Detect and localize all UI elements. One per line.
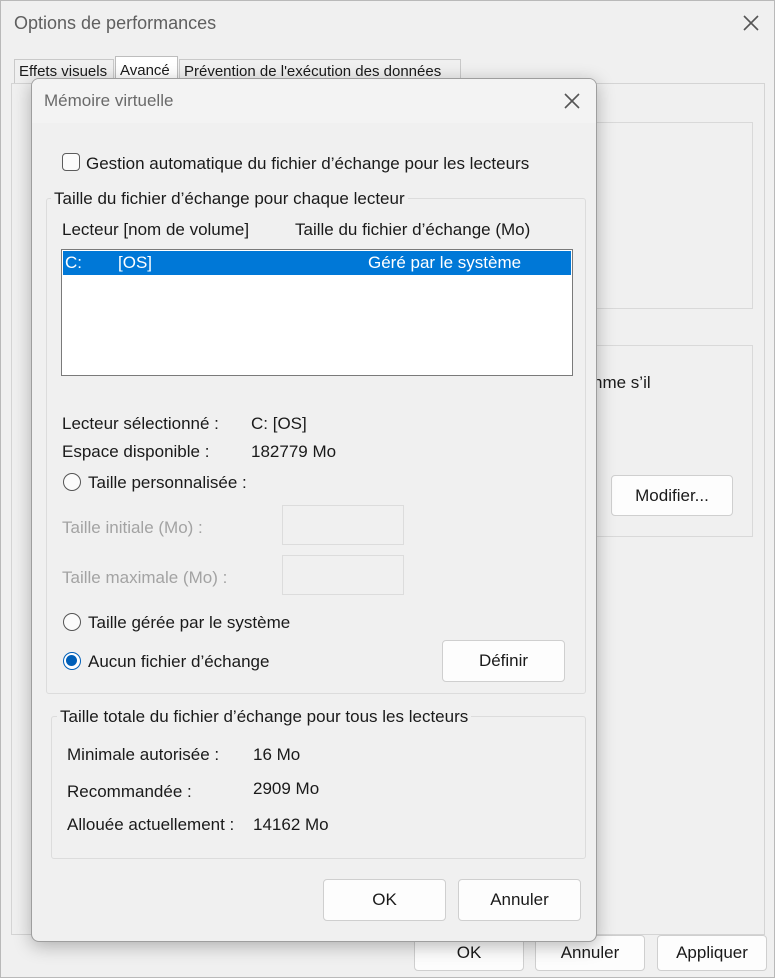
performance-group xyxy=(591,122,753,309)
drive-list[interactable]: C: [OS] Géré par le système xyxy=(61,249,573,376)
close-icon[interactable] xyxy=(739,11,763,35)
recommended-value: 2909 Mo xyxy=(253,779,320,798)
drive-size: Géré par le système xyxy=(368,253,522,272)
initial-size-label: Taille initiale (Mo) : xyxy=(62,518,203,537)
drive-row[interactable]: C: [OS] Géré par le système xyxy=(63,251,571,275)
selected-drive-value: C: [OS] xyxy=(251,414,307,433)
set-button[interactable]: Définir xyxy=(442,640,565,682)
initial-size-input[interactable] xyxy=(282,505,404,545)
min-allowed-value: 16 Mo xyxy=(253,745,301,764)
virtual-memory-description: nme s’il xyxy=(593,373,651,392)
dialog-title: Mémoire virtuelle xyxy=(44,91,174,110)
selected-drive-label: Lecteur sélectionné : xyxy=(62,414,219,433)
free-space-value: 182779 Mo xyxy=(251,442,337,461)
modify-button[interactable]: Modifier... xyxy=(611,475,733,516)
min-allowed-label: Minimale autorisée : xyxy=(67,745,220,764)
free-space-label: Espace disponible : xyxy=(62,442,210,461)
ok-button[interactable]: OK xyxy=(323,879,446,921)
custom-size-label[interactable]: Taille personnalisée : xyxy=(88,473,247,493)
custom-size-radio[interactable] xyxy=(63,473,81,491)
auto-manage-label[interactable]: Gestion automatique du fichier d’échange… xyxy=(86,154,529,174)
no-paging-file-label[interactable]: Aucun fichier d’échange xyxy=(88,652,269,672)
per-drive-legend: Taille du fichier d’échange pour chaque … xyxy=(51,189,408,209)
auto-manage-checkbox[interactable] xyxy=(62,153,80,171)
cancel-button[interactable]: Annuler xyxy=(458,879,581,921)
currently-allocated-value: 14162 Mo xyxy=(253,815,329,834)
max-size-input[interactable] xyxy=(282,555,404,595)
total-paging-legend: Taille totale du fichier d’échange pour … xyxy=(57,707,472,727)
column-header-drive: Lecteur [nom de volume] xyxy=(62,220,250,239)
column-header-size: Taille du fichier d’échange (Mo) xyxy=(295,220,531,239)
recommended-label: Recommandée : xyxy=(67,782,192,801)
no-paging-file-radio[interactable] xyxy=(63,652,81,670)
apply-button[interactable]: Appliquer xyxy=(657,935,767,971)
drive-letter: C: xyxy=(65,253,82,272)
close-icon[interactable] xyxy=(561,90,583,112)
system-managed-radio[interactable] xyxy=(63,613,81,631)
currently-allocated-label: Allouée actuellement : xyxy=(67,815,235,834)
drive-volume: [OS] xyxy=(118,253,153,272)
window-title: Options de performances xyxy=(14,13,217,33)
max-size-label: Taille maximale (Mo) : xyxy=(62,568,228,587)
system-managed-label[interactable]: Taille gérée par le système xyxy=(88,613,290,633)
virtual-memory-dialog: Mémoire virtuelle Gestion automatique du… xyxy=(31,78,597,942)
